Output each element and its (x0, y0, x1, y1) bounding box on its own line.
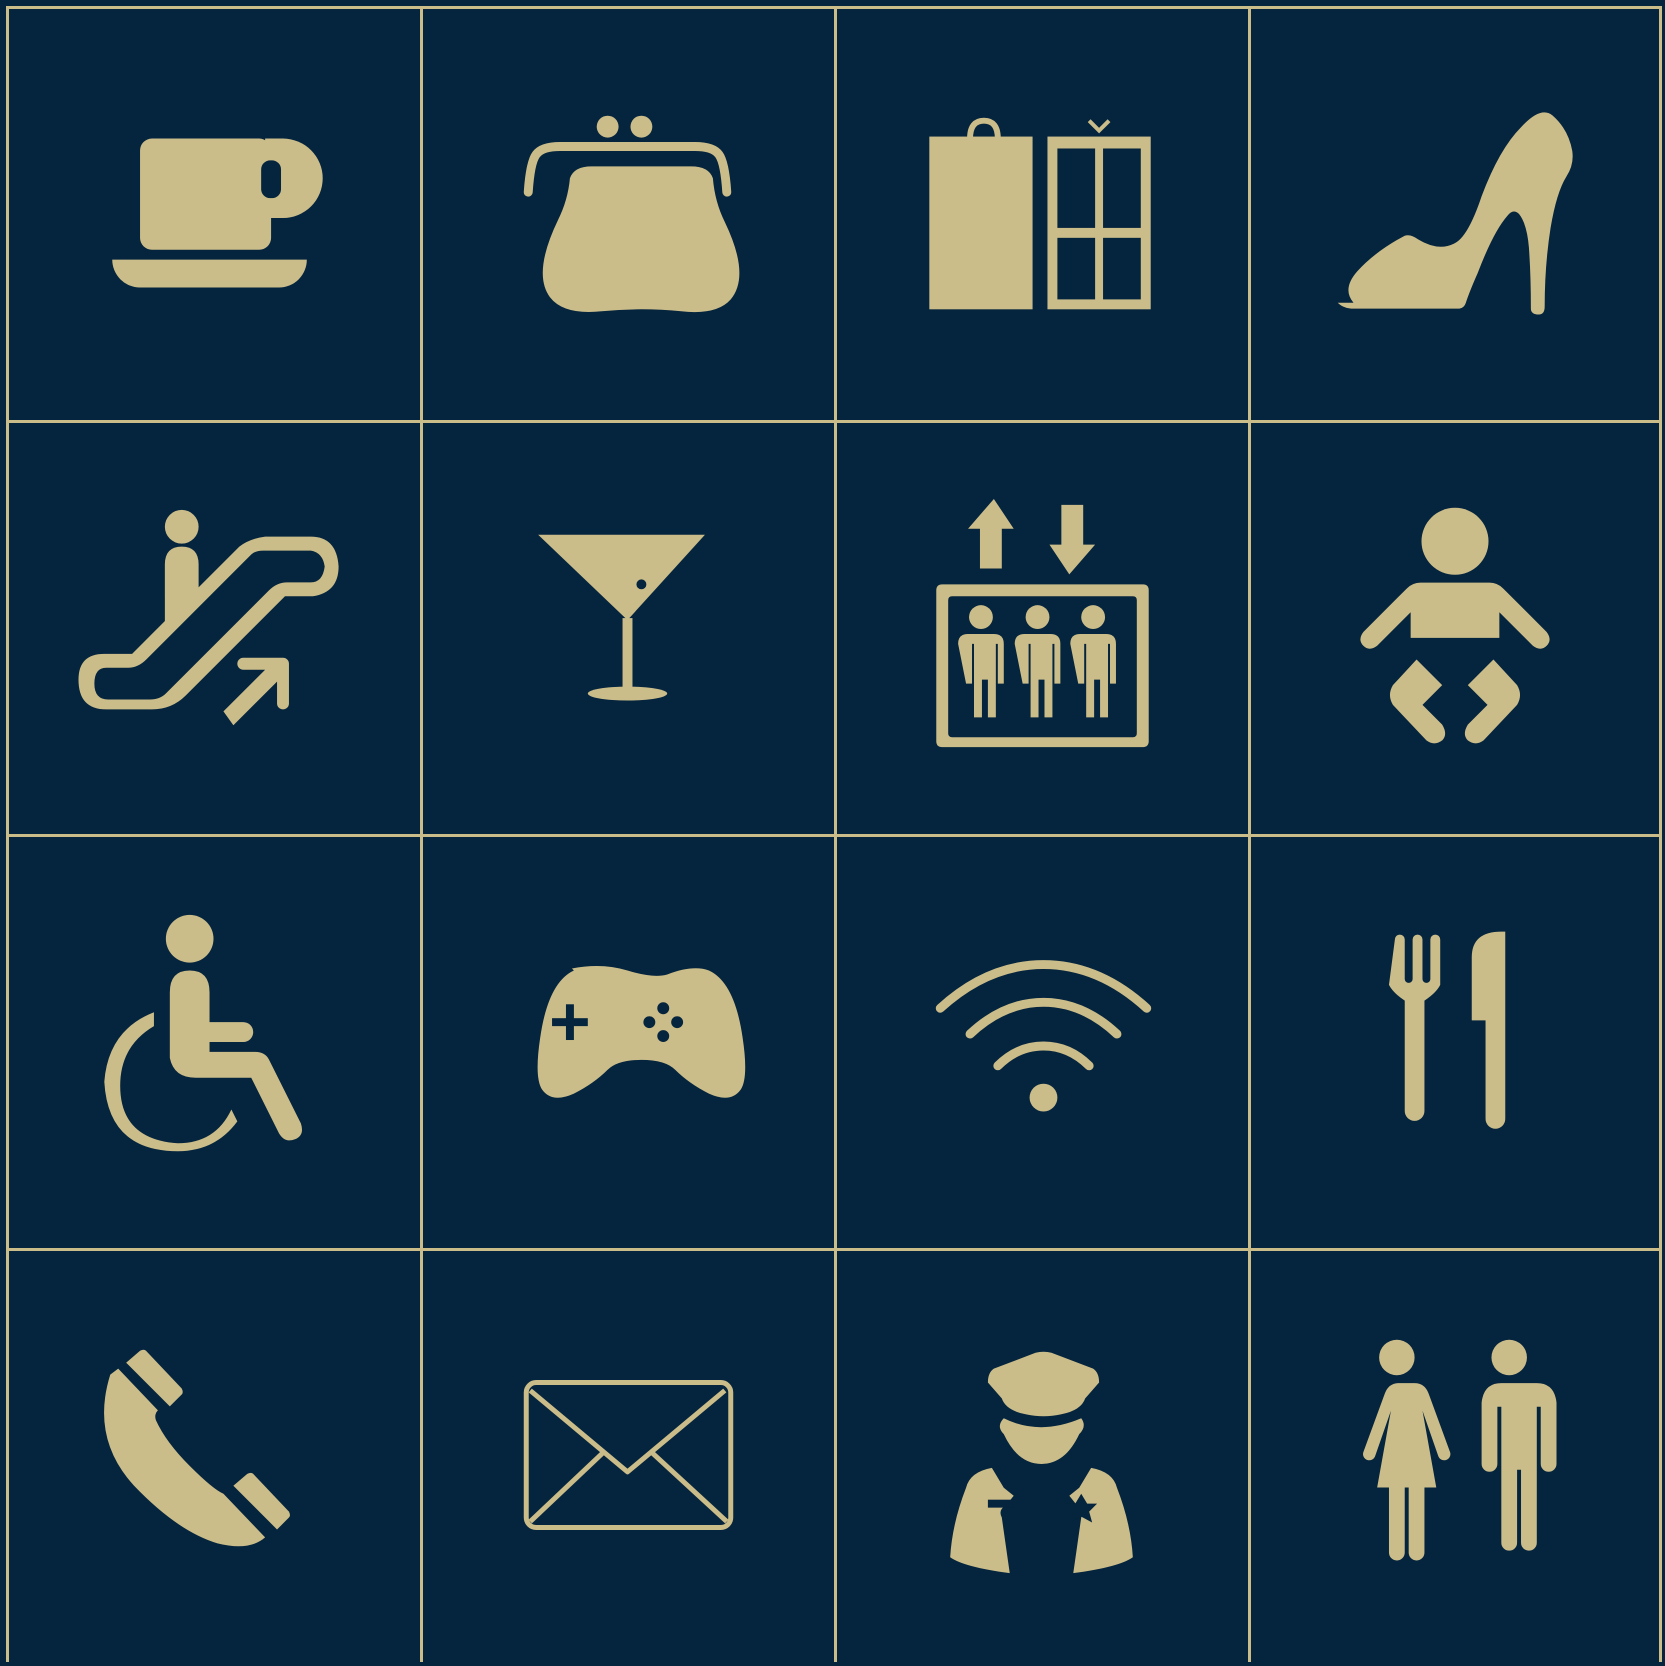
escalator-icon (78, 509, 339, 725)
cell-purse (420, 6, 834, 420)
security-guard-icon (950, 1351, 1133, 1573)
cell-restroom (1248, 1248, 1662, 1662)
cell-shoe (1248, 6, 1662, 420)
game-controller-icon (537, 965, 746, 1098)
cell-wheelchair (6, 834, 420, 1248)
wifi-icon (935, 959, 1152, 1111)
purse-icon (523, 115, 740, 312)
shopping-bag-gift-icon (929, 117, 1151, 309)
restroom-icon (1363, 1339, 1557, 1560)
baby-changing-icon (1360, 507, 1550, 743)
icon-grid (6, 6, 1664, 1666)
wheelchair-icon (104, 914, 303, 1151)
cell-coffee (6, 6, 420, 420)
cell-mail (420, 1248, 834, 1662)
high-heel-icon (1337, 111, 1573, 315)
cell-baby (1248, 420, 1662, 834)
cell-elevator (834, 420, 1248, 834)
telephone-icon (104, 1349, 290, 1546)
cell-phone (6, 1248, 420, 1662)
cell-wifi (834, 834, 1248, 1248)
cell-security (834, 1248, 1248, 1662)
restaurant-icon (1388, 931, 1506, 1129)
mail-icon (523, 1379, 734, 1530)
cell-restaurant (1248, 834, 1662, 1248)
cell-game (420, 834, 834, 1248)
coffee-cup-icon (112, 138, 323, 287)
cell-escalator (6, 420, 420, 834)
elevator-icon (936, 498, 1149, 747)
cocktail-icon (538, 534, 705, 700)
cell-shopping (834, 6, 1248, 420)
cell-cocktail (420, 420, 834, 834)
